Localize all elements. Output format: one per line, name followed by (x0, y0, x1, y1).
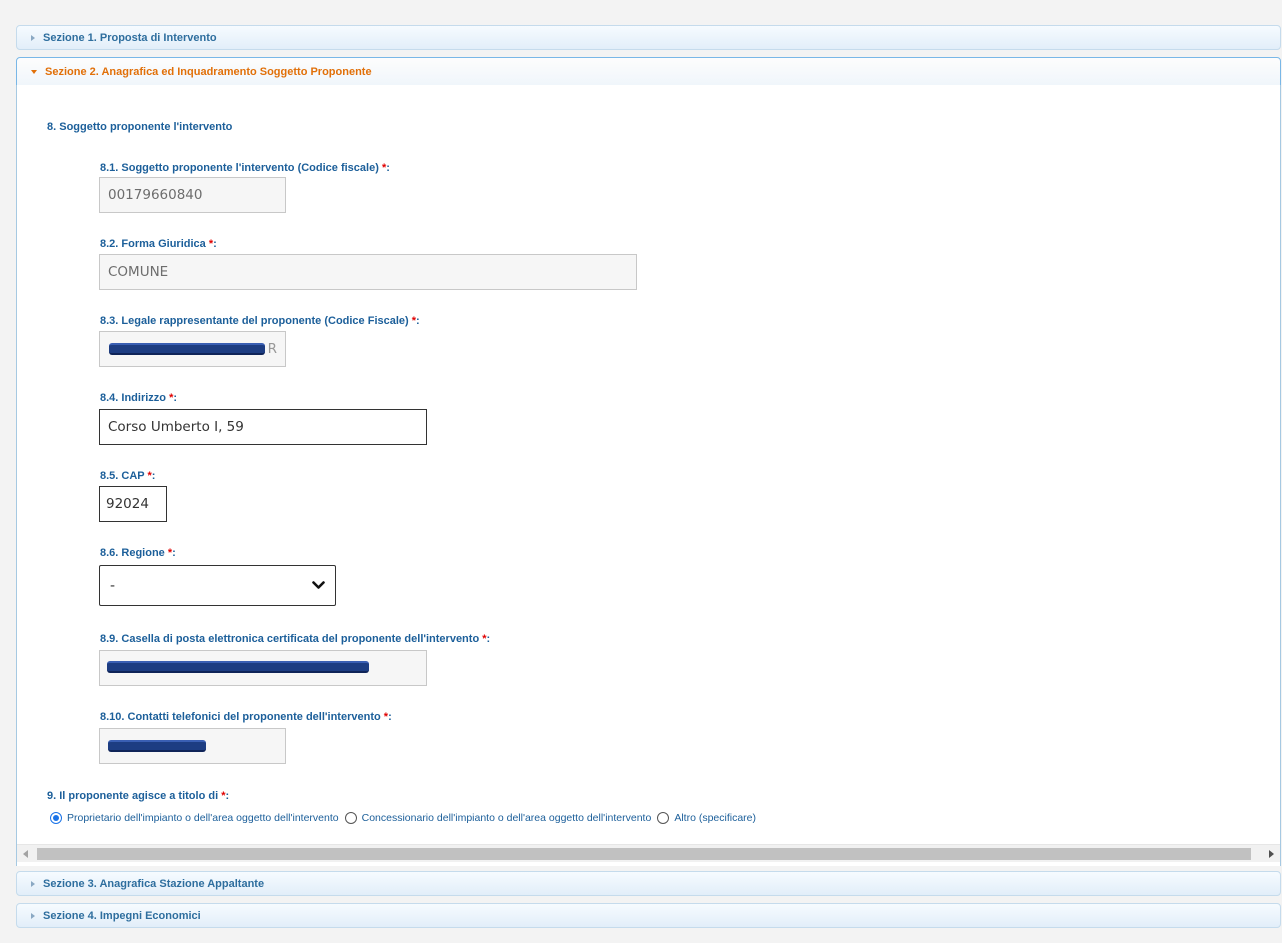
radio-button[interactable] (657, 812, 670, 824)
radio-button[interactable] (344, 812, 357, 824)
field-8-9-label-text: 8.9. Casella di posta elettronica certif… (100, 633, 480, 645)
triangle-right-icon (31, 912, 35, 919)
page: Sezione 1. Proposta di Intervento Sezion… (0, 0, 1282, 943)
radio-option-proprietario[interactable]: Proprietario dell'impianto o dell'area o… (50, 812, 339, 824)
required-mark: * (381, 162, 387, 174)
question-9-radio-group: Proprietario dell'impianto o dell'area o… (50, 812, 762, 824)
horizontal-scrollbar[interactable] (17, 844, 1280, 862)
section-1-header[interactable]: Sezione 1. Proposta di Intervento (16, 25, 1281, 50)
scrollbar-thumb[interactable] (37, 848, 1251, 860)
field-8-3-value-tail: R (267, 341, 277, 357)
required-mark: * (147, 470, 152, 482)
field-8-10-label: 8.10. Contatti telefonici del proponente… (100, 711, 392, 723)
field-8-5-value: 92024 (106, 496, 149, 512)
regione-select-value: - (110, 577, 116, 594)
required-mark: * (383, 711, 389, 723)
field-8-4-label: 8.4. Indirizzo *: (100, 392, 178, 404)
radio-option-label: Altro (specificare) (674, 812, 757, 824)
section-4-header[interactable]: Sezione 4. Impegni Economici (16, 903, 1281, 928)
field-8-6-label-text: 8.6. Regione (100, 547, 165, 559)
triangle-down-icon (31, 69, 37, 74)
required-mark: * (169, 392, 174, 404)
field-8-5-label-text: 8.5. CAP (100, 470, 145, 482)
section-1-title: Sezione 1. Proposta di Intervento (43, 31, 217, 44)
field-8-4-value: Corso Umberto I, 59 (108, 419, 244, 435)
section-2-header[interactable]: Sezione 2. Anagrafica ed Inquadramento S… (16, 57, 1281, 86)
section-4-title: Sezione 4. Impegni Economici (43, 909, 201, 922)
question-9-label-text: 9. Il proponente agisce a titolo di (47, 790, 219, 802)
required-mark: * (208, 238, 214, 250)
field-8-1-label-text: 8.1. Soggetto proponente l'intervento (C… (100, 162, 379, 174)
required-mark: * (411, 315, 417, 327)
radio-option-label: Proprietario dell'impianto o dell'area o… (67, 812, 339, 824)
redaction-bar (109, 343, 265, 355)
radio-option-label: Concessionario dell'impianto o dell'area… (361, 812, 652, 824)
field-8-2-label-text: 8.2. Forma Giuridica (100, 238, 206, 250)
scroll-left-arrow-icon[interactable] (17, 845, 35, 863)
section-3-title: Sezione 3. Anagrafica Stazione Appaltant… (43, 877, 265, 890)
section-3-header[interactable]: Sezione 3. Anagrafica Stazione Appaltant… (16, 871, 1281, 896)
field-8-4-label-text: 8.4. Indirizzo (100, 392, 167, 404)
field-8-6-label: 8.6. Regione *: (100, 547, 176, 559)
regione-select[interactable]: - (99, 565, 336, 606)
field-8-1-value: 00179660840 (108, 187, 203, 203)
field-8-2-value: COMUNE (108, 264, 169, 280)
field-8-3-label: 8.3. Legale rappresentante del proponent… (100, 315, 420, 327)
question-9-label: 9. Il proponente agisce a titolo di *: (47, 790, 230, 802)
scroll-right-arrow-icon[interactable] (1262, 845, 1280, 863)
redaction-bar (108, 740, 206, 752)
required-mark: * (167, 547, 173, 559)
field-8-4-input[interactable]: Corso Umberto I, 59 (99, 409, 427, 445)
field-8-1-label: 8.1. Soggetto proponente l'intervento (C… (100, 162, 390, 174)
field-8-1-input[interactable]: 00179660840 (99, 177, 286, 213)
redaction-bar (107, 661, 369, 673)
field-8-5-label: 8.5. CAP *: (100, 470, 156, 482)
section-2-title: Sezione 2. Anagrafica ed Inquadramento S… (45, 65, 372, 78)
radio-option-altro[interactable]: Altro (specificare) (657, 812, 756, 824)
radio-option-concessionario[interactable]: Concessionario dell'impianto o dell'area… (344, 812, 652, 824)
group-8-title: 8. Soggetto proponente l'intervento (47, 121, 233, 133)
required-mark: * (482, 633, 487, 645)
field-8-2-input[interactable]: COMUNE (99, 254, 637, 290)
chevron-down-icon (312, 581, 325, 590)
triangle-right-icon (31, 34, 35, 41)
field-8-9-label: 8.9. Casella di posta elettronica certif… (100, 633, 491, 645)
field-8-10-label-text: 8.10. Contatti telefonici del proponente… (100, 711, 381, 723)
triangle-right-icon (31, 880, 35, 887)
field-8-5-input[interactable]: 92024 (99, 486, 167, 522)
field-8-2-label: 8.2. Forma Giuridica *: (100, 238, 217, 250)
radio-button-selected[interactable] (50, 812, 62, 824)
field-8-3-label-text: 8.3. Legale rappresentante del proponent… (100, 315, 409, 327)
required-mark: * (221, 790, 226, 802)
